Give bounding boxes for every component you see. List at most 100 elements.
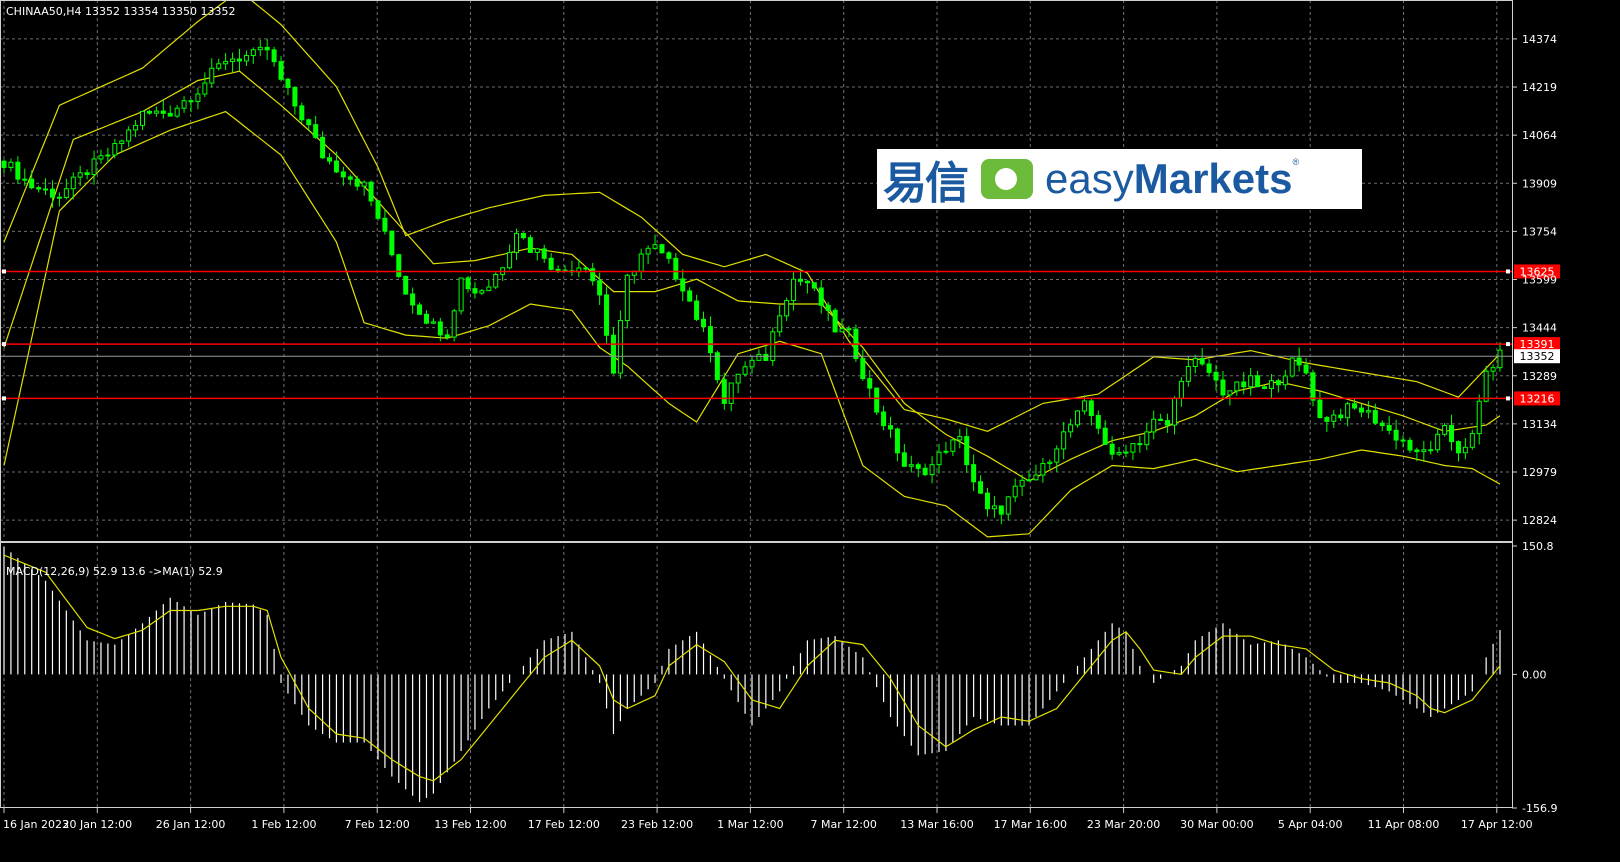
price-candle-body: [590, 268, 596, 282]
time-axis-label: 16 Jan 2023: [3, 818, 69, 831]
price-candle-body: [209, 67, 215, 84]
price-candle-body: [1352, 403, 1358, 409]
price-candle-body: [943, 450, 949, 453]
chart-background: [0, 0, 1620, 862]
time-axis-label: 1 Mar 12:00: [717, 818, 783, 831]
price-candle-body: [1393, 429, 1399, 441]
price-candle-body: [1061, 431, 1067, 450]
price-candle-body: [437, 321, 443, 336]
price-candle-body: [63, 188, 69, 199]
price-candle-body: [957, 436, 963, 441]
price-candle-body: [493, 273, 499, 288]
logo-registered-mark: ®: [1292, 157, 1300, 167]
price-candle-body: [1282, 375, 1288, 386]
price-candle-body: [1033, 474, 1039, 481]
chart-canvas[interactable]: 13625133911321613352 1437414219140641390…: [0, 0, 1620, 862]
price-candle-body: [299, 105, 305, 121]
logo-markets: Markets: [1133, 155, 1293, 202]
price-candle-body: [1192, 358, 1198, 367]
price-candle-body: [659, 244, 665, 254]
price-candle-body: [881, 411, 887, 427]
time-axis-label: 13 Mar 16:00: [900, 818, 973, 831]
price-candle-body: [91, 158, 97, 176]
price-candle-body: [1102, 427, 1108, 445]
price-candle-body: [1435, 433, 1441, 451]
price-candle-body: [1040, 463, 1046, 476]
price-axis-label: 13289: [1522, 370, 1557, 383]
price-candle-body: [1081, 400, 1087, 412]
price-candle-body: [818, 287, 824, 306]
level-anchor-left: [2, 396, 6, 401]
price-candle-body: [216, 63, 222, 69]
level-price-label: 13391: [1520, 338, 1555, 351]
price-candle-body: [1358, 407, 1364, 413]
price-axis-label: 13754: [1522, 225, 1557, 238]
price-candle-body: [604, 294, 610, 336]
price-candle-body: [444, 334, 450, 338]
time-axis-label: 23 Feb 12:00: [621, 818, 693, 831]
price-candle-body: [1310, 372, 1316, 401]
price-candle-body: [15, 161, 21, 180]
price-candle-body: [1123, 451, 1129, 454]
price-candle-body: [929, 464, 935, 476]
price-candle-body: [313, 124, 319, 138]
time-axis-label: 30 Mar 00:00: [1180, 818, 1253, 831]
price-candle-body: [507, 251, 513, 269]
price-candle-body: [1095, 415, 1101, 429]
price-candle-body: [1185, 365, 1191, 382]
price-candle-body: [347, 176, 353, 180]
time-axis-label: 13 Feb 12:00: [434, 818, 506, 831]
price-candle-body: [451, 310, 457, 338]
price-candle-body: [250, 49, 256, 57]
price-candle-body: [1158, 418, 1164, 422]
price-candle-body: [56, 196, 62, 199]
price-candle-body: [1130, 443, 1136, 453]
logo-english-text: easyMarkets: [1045, 155, 1292, 203]
price-axis-label: 14374: [1522, 33, 1557, 46]
price-candle-body: [1407, 439, 1413, 451]
price-candle-body: [694, 300, 700, 320]
price-candle-body: [340, 171, 346, 178]
price-axis-label: 13599: [1522, 274, 1557, 287]
price-candle-body: [1262, 386, 1268, 389]
time-axis-label: 17 Apr 12:00: [1461, 818, 1533, 831]
price-candle-body: [908, 464, 914, 467]
price-candle-body: [971, 464, 977, 483]
price-candle-body: [1303, 364, 1309, 374]
time-axis-label: 1 Feb 12:00: [251, 818, 316, 831]
price-candle-body: [756, 353, 762, 361]
price-candle-body: [472, 288, 478, 294]
price-candle-body: [666, 252, 672, 259]
price-candle-body: [777, 315, 783, 333]
price-candle-body: [354, 178, 360, 187]
price-candle-body: [978, 481, 984, 494]
price-candle-body: [202, 82, 208, 95]
price-candle-body: [49, 188, 55, 198]
time-axis-label: 17 Feb 12:00: [528, 818, 600, 831]
price-candle-body: [638, 253, 644, 272]
price-candle-body: [687, 290, 693, 302]
time-axis-label: 20 Jan 12:00: [62, 818, 132, 831]
price-candle-body: [306, 119, 312, 126]
level-anchor-left: [2, 269, 6, 274]
price-candle-body: [1490, 367, 1496, 372]
easymarkets-logo: 易信 easyMarkets ®: [877, 149, 1362, 209]
price-candle-body: [714, 352, 720, 381]
price-candle-body: [534, 248, 540, 253]
price-candle-body: [1248, 375, 1254, 388]
macd-axis-label: 150.8: [1522, 540, 1554, 553]
price-candle-body: [1178, 380, 1184, 399]
price-candle-body: [998, 505, 1004, 515]
price-candle-body: [888, 425, 894, 430]
price-candle-body: [735, 373, 741, 384]
price-candle-body: [84, 172, 90, 176]
price-candle-body: [153, 110, 159, 114]
price-candle-body: [1019, 479, 1025, 487]
price-candle-body: [964, 436, 970, 466]
price-candle-body: [846, 328, 852, 331]
price-candle-body: [292, 87, 298, 107]
price-candle-body: [105, 154, 111, 157]
price-candle-body: [1386, 425, 1392, 431]
price-candle-body: [126, 129, 132, 142]
price-candle-body: [1442, 424, 1448, 435]
